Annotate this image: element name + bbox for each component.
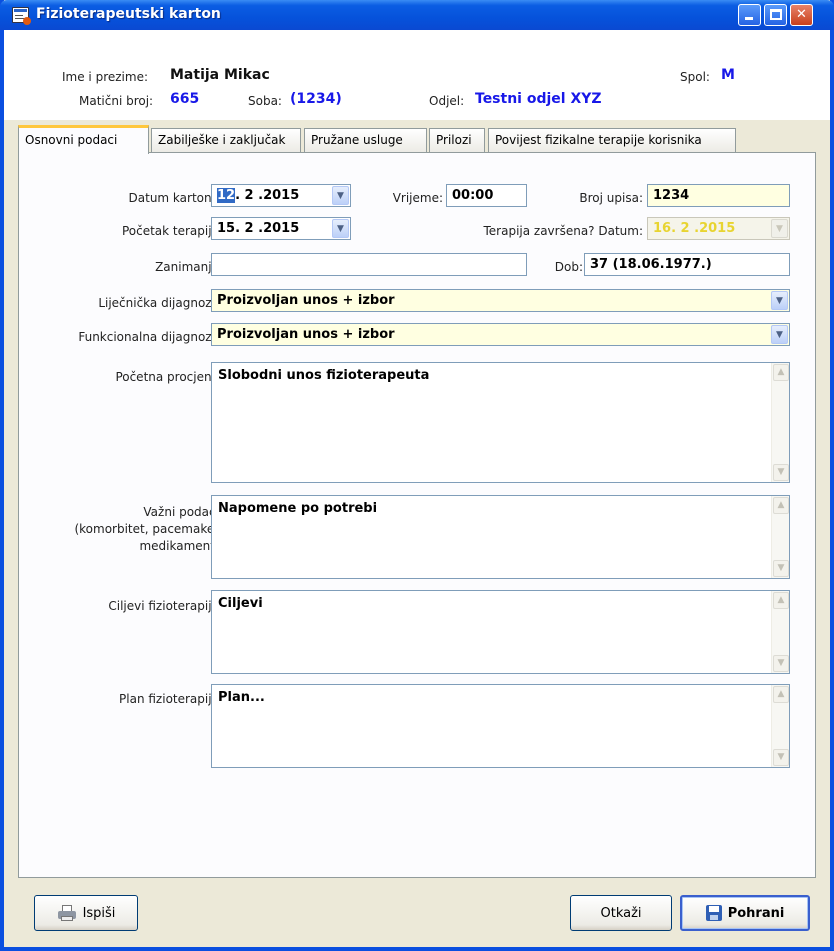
maximize-icon <box>770 9 782 20</box>
zanimanje-input[interactable] <box>211 253 527 276</box>
scroll-down-icon[interactable]: ▼ <box>773 560 789 577</box>
close-button[interactable]: ✕ <box>790 4 813 26</box>
plan-textarea[interactable]: Plan... ▲ ▼ <box>211 684 790 768</box>
scroll-down-icon[interactable]: ▼ <box>773 655 789 672</box>
save-button[interactable]: Pohrani <box>680 895 810 931</box>
dob-input[interactable]: 37 (18.06.1977.) <box>584 253 790 276</box>
scroll-up-icon[interactable]: ▲ <box>773 686 789 703</box>
spol-value: M <box>721 67 735 83</box>
funk-dijagnoza-label: Funkcionalna dijagnoza: <box>78 330 223 344</box>
floppy-disk-icon <box>705 905 722 921</box>
zavrsena-label: Terapija završena? Datum: <box>483 224 643 238</box>
patient-name: Matija Mikac <box>170 67 270 83</box>
patient-header: Ime i prezime: Matija Mikac Spol: M Mati… <box>4 30 830 120</box>
procjena-textarea[interactable]: Slobodni unos fizioterapeuta ▲ ▼ <box>211 362 790 483</box>
window-title: Fizioterapeutski karton <box>36 6 221 22</box>
ciljevi-textarea[interactable]: Ciljevi ▲ ▼ <box>211 590 790 674</box>
chevron-down-icon[interactable]: ▼ <box>332 219 349 238</box>
scroll-up-icon[interactable]: ▲ <box>773 497 789 514</box>
spol-label: Spol: <box>680 70 710 84</box>
chevron-down-icon[interactable]: ▼ <box>771 325 788 344</box>
title-bar[interactable]: Fizioterapeutski karton ✕ <box>0 0 834 30</box>
close-icon: ✕ <box>796 7 807 22</box>
broj-label: Broj upisa: <box>579 191 643 205</box>
tab-osnovni-podaci[interactable]: Osnovni podaci <box>18 125 149 154</box>
minimize-button[interactable] <box>738 4 761 26</box>
broj-upisa-input[interactable]: 1234 <box>647 184 790 207</box>
odjel-value: Testni odjel XYZ <box>475 91 602 107</box>
pocetak-picker[interactable]: 15. 2 .2015 ▼ <box>211 217 351 240</box>
app-card-icon <box>12 7 31 25</box>
save-label: Pohrani <box>727 905 785 921</box>
mbr-value: 665 <box>170 91 200 107</box>
pocetak-label: Početak terapije: <box>121 224 223 238</box>
procjena-label: Početna procjena: <box>115 370 223 384</box>
vazni-scrollbar[interactable]: ▲ ▼ <box>771 496 789 578</box>
ciljevi-label: Ciljevi fizioterapije: <box>108 599 223 613</box>
zavrsena-value: 16. 2 .2015 <box>653 221 736 236</box>
soba-label: Soba: <box>248 94 282 108</box>
maximize-button[interactable] <box>764 4 787 26</box>
vazni-textarea[interactable]: Napomene po potrebi ▲ ▼ <box>211 495 790 579</box>
dob-label: Dob: <box>554 260 583 274</box>
plan-scrollbar[interactable]: ▲ ▼ <box>771 685 789 767</box>
vazni-label-2: (komorbitet, pacemaker, <box>74 522 223 536</box>
pocetak-value: 15. 2 .2015 <box>217 221 300 236</box>
plan-text: Plan... <box>218 690 265 705</box>
cancel-label: Otkaži <box>600 905 642 921</box>
vrijeme-label: Vrijeme: <box>392 191 443 205</box>
tab-pruzane-usluge[interactable]: Pružane usluge <box>304 128 427 152</box>
funk-dijagnoza-value: Proizvoljan unos + izbor <box>217 327 395 342</box>
tab-prilozi[interactable]: Prilozi <box>429 128 485 152</box>
tab-zabiljeske[interactable]: Zabilješke i zaključak <box>151 128 301 152</box>
lij-dijagnoza-label: Liječnička dijagnoza: <box>98 296 223 310</box>
odjel-label: Odjel: <box>429 94 465 108</box>
mbr-label: Matični broj: <box>79 94 154 108</box>
chevron-down-icon[interactable]: ▼ <box>332 186 349 205</box>
procjena-text: Slobodni unos fizioterapeuta <box>218 368 430 383</box>
ciljevi-text: Ciljevi <box>218 596 263 611</box>
minimize-icon <box>745 17 753 20</box>
app-window: Fizioterapeutski karton ✕ Ime i prezime:… <box>0 0 834 951</box>
chevron-down-icon[interactable]: ▼ <box>771 291 788 310</box>
plan-label: Plan fizioterapije: <box>119 692 223 706</box>
tab-povijest[interactable]: Povijest fizikalne terapije korisnika <box>488 128 736 152</box>
print-button[interactable]: Ispiši <box>34 895 138 931</box>
ciljevi-scrollbar[interactable]: ▲ ▼ <box>771 591 789 673</box>
tab-panel-osnovni: Datum kartona: 12. 2 .2015 ▼ Vrijeme: 00… <box>18 152 816 878</box>
printer-icon <box>57 905 77 921</box>
soba-value: (1234) <box>290 91 342 107</box>
zavrsena-picker: 16. 2 .2015 ▼ <box>647 217 790 240</box>
vrijeme-input[interactable]: 00:00 <box>446 184 527 207</box>
datum-rest: . 2 .2015 <box>235 188 300 203</box>
name-label: Ime i prezime: <box>62 70 148 84</box>
scroll-up-icon[interactable]: ▲ <box>773 592 789 609</box>
datum-picker[interactable]: 12. 2 .2015 ▼ <box>211 184 351 207</box>
scroll-up-icon[interactable]: ▲ <box>773 364 789 381</box>
cancel-button[interactable]: Otkaži <box>570 895 672 931</box>
scroll-down-icon[interactable]: ▼ <box>773 749 789 766</box>
lij-dijagnoza-combo[interactable]: Proizvoljan unos + izbor ▼ <box>211 289 790 312</box>
scroll-down-icon[interactable]: ▼ <box>773 464 789 481</box>
chevron-down-icon: ▼ <box>771 219 788 238</box>
datum-day: 12 <box>217 188 236 203</box>
datum-label: Datum kartona: <box>128 191 223 205</box>
funk-dijagnoza-combo[interactable]: Proizvoljan unos + izbor ▼ <box>211 323 790 346</box>
procjena-scrollbar[interactable]: ▲ ▼ <box>771 363 789 482</box>
vazni-text: Napomene po potrebi <box>218 501 378 516</box>
print-label: Ispiši <box>82 905 116 921</box>
lij-dijagnoza-value: Proizvoljan unos + izbor <box>217 293 395 308</box>
